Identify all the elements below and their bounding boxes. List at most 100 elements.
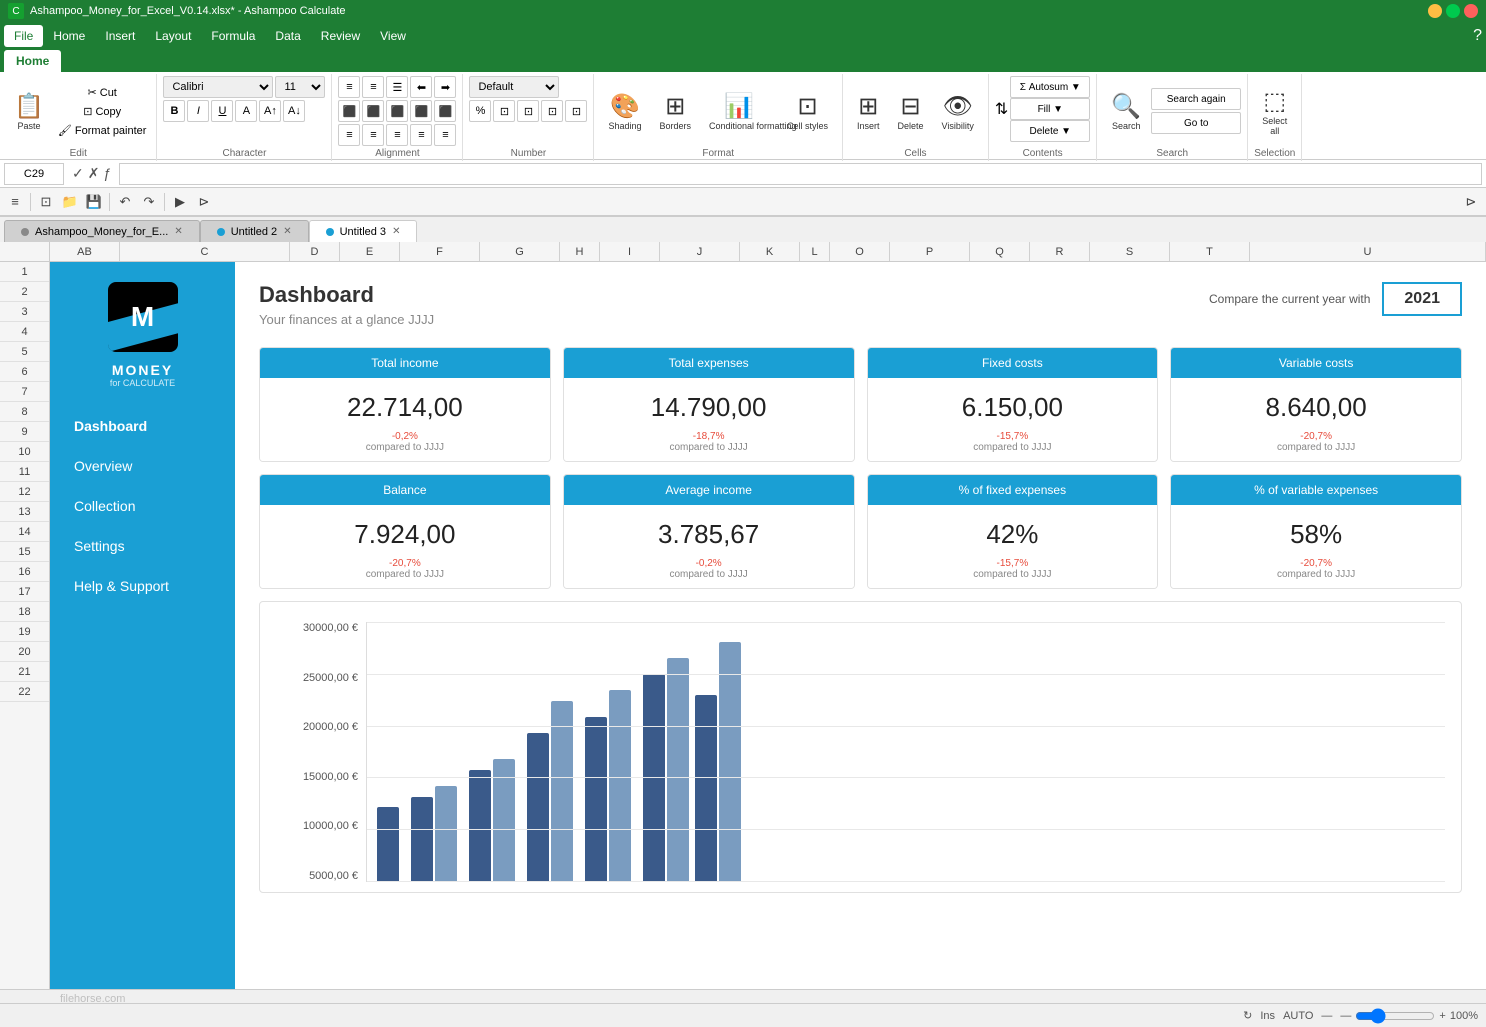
right-align-button[interactable]: ≡ <box>386 124 408 146</box>
justify-button[interactable]: ≡ <box>410 124 432 146</box>
left-align-button[interactable]: ≡ <box>338 124 360 146</box>
col-header-G[interactable]: G <box>480 242 560 262</box>
col-header-D[interactable]: D <box>290 242 340 262</box>
menu-layout[interactable]: Layout <box>145 25 201 47</box>
formula-input[interactable] <box>119 163 1482 185</box>
search-again-button[interactable]: Search again <box>1151 88 1241 110</box>
visibility-button[interactable]: 👁 Visibility <box>934 81 982 141</box>
nav-help[interactable]: Help & Support <box>60 568 225 604</box>
tab-close-1[interactable]: ✕ <box>174 226 182 237</box>
function-icon[interactable]: ƒ <box>103 165 111 182</box>
menu-toggle-icon[interactable]: ≡ <box>4 191 26 213</box>
nav-dashboard[interactable]: Dashboard <box>60 408 225 444</box>
copy-button[interactable]: ⊡ Copy <box>54 103 151 120</box>
sheet-tab-2[interactable]: Untitled 2 ✕ <box>200 220 309 242</box>
paste-button[interactable]: 📋 Paste <box>6 81 52 141</box>
save-icon[interactable]: 💾 <box>83 191 105 213</box>
zoom-in-icon[interactable]: + <box>1439 1010 1445 1022</box>
center-align-button[interactable]: ≡ <box>362 124 384 146</box>
zoom-out-icon[interactable]: — <box>1340 1010 1351 1022</box>
merge-button[interactable]: ⬛ <box>386 100 408 122</box>
col-header-J[interactable]: J <box>660 242 740 262</box>
col-header-U[interactable]: U <box>1250 242 1486 262</box>
cursor-icon[interactable]: ▶ <box>169 191 191 213</box>
col-header-AB[interactable]: AB <box>50 242 120 262</box>
menu-formula[interactable]: Formula <box>201 25 265 47</box>
number-format-select[interactable]: Default <box>469 76 559 98</box>
wrap-text-button[interactable]: ⬛ <box>362 100 384 122</box>
percent-button[interactable]: % <box>469 100 491 122</box>
cell-ref-input[interactable] <box>4 163 64 185</box>
cell-styles-button[interactable]: ⊡ Cell styles <box>779 81 836 141</box>
format-painter-button[interactable]: 🖌 Format painter <box>54 122 151 139</box>
sheet-tab-3[interactable]: Untitled 3 ✕ <box>309 220 418 242</box>
align-top-left-button[interactable]: ≡ <box>338 76 360 98</box>
menu-file[interactable]: File <box>4 25 43 47</box>
col-header-E[interactable]: E <box>340 242 400 262</box>
cross-icon[interactable]: ✗ <box>88 165 100 182</box>
select-all-button[interactable]: ⬚ Selectall <box>1254 81 1295 141</box>
col-header-C[interactable]: C <box>120 242 290 262</box>
zoom-slider[interactable] <box>1355 1008 1435 1024</box>
font-size-select[interactable]: 11 <box>275 76 325 98</box>
thousand-button[interactable]: ⊡ <box>493 100 515 122</box>
italic-button[interactable]: I <box>187 100 209 122</box>
underline-button[interactable]: U <box>211 100 233 122</box>
checkmark-icon[interactable]: ✓ <box>72 165 84 182</box>
new-icon[interactable]: ⊡ <box>35 191 57 213</box>
delete-button[interactable]: ⊟ Delete <box>890 81 932 141</box>
search-button[interactable]: 🔍 Search <box>1103 81 1149 141</box>
align-top-right-button[interactable]: ☰ <box>386 76 408 98</box>
font-name-select[interactable]: Calibri <box>163 76 273 98</box>
col-header-H[interactable]: H <box>560 242 600 262</box>
cut-button[interactable]: ✂ Cut <box>54 84 151 101</box>
col-header-P[interactable]: P <box>890 242 970 262</box>
right-icon[interactable]: ⊳ <box>1460 191 1482 213</box>
dec-dec-button[interactable]: ⊡ <box>565 100 587 122</box>
menu-insert[interactable]: Insert <box>95 25 145 47</box>
menu-home[interactable]: Home <box>43 25 95 47</box>
align-left-button[interactable]: ⬛ <box>338 100 360 122</box>
indent-dec-button[interactable]: ⬅ <box>410 76 432 98</box>
col-header-K[interactable]: K <box>740 242 800 262</box>
borders-button[interactable]: ⊞ Borders <box>651 81 699 141</box>
tab-close-2[interactable]: ✕ <box>283 226 291 237</box>
autosum-button[interactable]: Σ Autosum ▼ <box>1010 76 1090 98</box>
menu-view[interactable]: View <box>370 25 416 47</box>
nav-settings[interactable]: Settings <box>60 528 225 564</box>
close-button[interactable] <box>1464 4 1478 18</box>
increase-font-button[interactable]: A↑ <box>259 100 281 122</box>
tab-home[interactable]: Home <box>4 50 61 72</box>
open-icon[interactable]: 📁 <box>59 191 81 213</box>
col-header-Q[interactable]: Q <box>970 242 1030 262</box>
font-color-button[interactable]: A <box>235 100 257 122</box>
goto-button[interactable]: Go to <box>1151 112 1241 134</box>
col-header-S[interactable]: S <box>1090 242 1170 262</box>
format2-button[interactable]: ⬛ <box>434 100 456 122</box>
nav-collection[interactable]: Collection <box>60 488 225 524</box>
nav-overview[interactable]: Overview <box>60 448 225 484</box>
number-btn3[interactable]: ⊡ <box>517 100 539 122</box>
redo-icon[interactable]: ↷ <box>138 191 160 213</box>
pointer-icon[interactable]: ⊳ <box>193 191 215 213</box>
indent-inc-button[interactable]: ➡ <box>434 76 456 98</box>
minimize-button[interactable] <box>1428 4 1442 18</box>
bold-button[interactable]: B <box>163 100 185 122</box>
refresh-icon[interactable]: ↻ <box>1243 1009 1252 1022</box>
conditional-format-button[interactable]: 📊 Conditional formatting <box>701 81 777 141</box>
rtl-button[interactable]: ≡ <box>434 124 456 146</box>
insert-button[interactable]: ⊞ Insert <box>849 81 888 141</box>
horizontal-scrollbar[interactable] <box>0 989 1486 1003</box>
menu-review[interactable]: Review <box>311 25 370 47</box>
shading-button[interactable]: 🎨 Shading <box>600 81 649 141</box>
sheet-tab-1[interactable]: Ashampoo_Money_for_E... ✕ <box>4 220 200 242</box>
col-header-R[interactable]: R <box>1030 242 1090 262</box>
delete-content-button[interactable]: Delete ▼ <box>1010 120 1090 142</box>
dec-inc-button[interactable]: ⊡ <box>541 100 563 122</box>
border-button[interactable]: ⬛ <box>410 100 432 122</box>
fill-button[interactable]: Fill ▼ <box>1010 98 1090 120</box>
help-icon[interactable]: ? <box>1473 27 1482 45</box>
col-header-F[interactable]: F <box>400 242 480 262</box>
align-top-center-button[interactable]: ≡ <box>362 76 384 98</box>
maximize-button[interactable] <box>1446 4 1460 18</box>
